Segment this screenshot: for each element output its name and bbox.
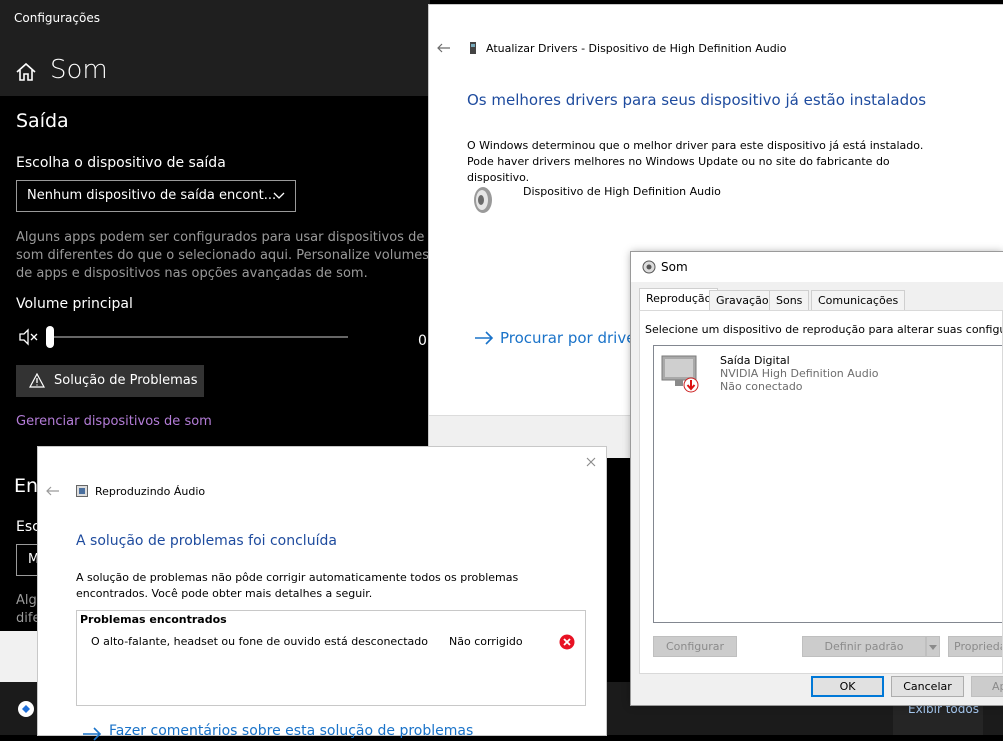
arrow-right-icon[interactable] — [82, 727, 102, 741]
device-driver: NVIDIA High Definition Audio — [720, 367, 879, 380]
back-arrow-icon[interactable] — [437, 43, 451, 53]
device-list-item[interactable]: Saída Digital NVIDIA High Definition Aud… — [654, 346, 1002, 396]
device-name: Saída Digital — [720, 354, 790, 367]
apply-button[interactable]: Ap — [971, 676, 1003, 697]
device-name: Dispositivo de High Definition Audio — [523, 185, 721, 198]
manage-devices-link[interactable]: Gerenciar dispositivos de som — [16, 414, 212, 429]
troubleshooter-window: Reproduzindo Áudio A solução de problema… — [38, 447, 606, 741]
volume-slider-track[interactable] — [48, 336, 348, 338]
sound-dialog-title: Som — [661, 260, 688, 274]
problem-status: Não corrigido — [449, 635, 523, 648]
problems-header: Problemas encontrados — [80, 613, 227, 626]
problem-text[interactable]: O alto-falante, headset ou fone de ouvid… — [91, 635, 428, 648]
chevron-down-icon — [929, 645, 937, 650]
tab-communications[interactable]: Comunicações — [811, 290, 906, 310]
cancel-button[interactable]: Cancelar — [891, 676, 964, 697]
sound-dialog: Som Reprodução Gravação Sons Comunicaçõe… — [631, 252, 1003, 705]
output-help-text: Alguns apps podem ser configurados para … — [16, 230, 430, 281]
instruction-text: Selecione um dispositivo de reprodução p… — [645, 323, 1002, 336]
device-icon — [470, 42, 476, 54]
input-help-text-2: dife — [16, 611, 41, 626]
output-device-dropdown[interactable]: Nenhum dispositivo de saída encont... — [16, 180, 296, 212]
background-panel — [0, 631, 40, 682]
home-icon[interactable] — [14, 60, 38, 84]
back-arrow-icon[interactable] — [46, 486, 60, 496]
settings-titlebar: Configurações — [0, 0, 430, 36]
sound-dialog-titlebar: Som — [631, 252, 1003, 282]
update-drivers-heading: Os melhores drivers para seus dispositiv… — [467, 91, 927, 109]
update-drivers-description: O Windows determinou que o melhor driver… — [467, 139, 924, 184]
troubleshooter-title: Reproduzindo Áudio — [95, 485, 206, 498]
properties-button[interactable]: Propriedades — [948, 636, 1002, 657]
search-driver-link[interactable]: Procurar por driver — [500, 329, 642, 347]
error-icon — [559, 634, 575, 650]
speaker-icon — [474, 187, 492, 213]
arrow-right-icon[interactable] — [474, 331, 494, 345]
speaker-muted-icon[interactable] — [18, 328, 40, 346]
output-device-label: Escolha o dispositivo de saída — [16, 155, 226, 171]
page-title: Som — [50, 55, 108, 85]
chevron-down-icon — [273, 192, 285, 199]
volume-value: 0 — [418, 333, 427, 349]
ok-button[interactable]: OK — [811, 676, 884, 697]
problems-list: Problemas encontrados O alto-falante, he… — [76, 610, 586, 706]
configure-button[interactable]: Configurar — [653, 636, 737, 657]
volume-label: Volume principal — [16, 296, 133, 312]
speaker-icon — [642, 260, 656, 274]
tab-sounds[interactable]: Sons — [769, 290, 810, 310]
playback-tab-panel: Selecione um dispositivo de reprodução p… — [639, 310, 1003, 674]
volume-slider-thumb[interactable] — [46, 326, 54, 348]
update-drivers-title: Atualizar Drivers - Dispositivo de High … — [486, 42, 787, 55]
app-logo-icon[interactable] — [16, 699, 36, 719]
output-section-heading: Saída — [16, 110, 69, 132]
set-default-dropdown[interactable] — [926, 636, 940, 657]
device-list: Saída Digital NVIDIA High Definition Aud… — [653, 345, 1002, 623]
feedback-link[interactable]: Fazer comentários sobre esta solução de … — [109, 723, 473, 739]
close-icon[interactable] — [586, 457, 596, 467]
set-default-button[interactable]: Definir padrão — [802, 636, 926, 657]
input-device-label: Esc — [16, 519, 40, 535]
warning-icon — [29, 373, 45, 388]
device-status: Não conectado — [720, 380, 803, 393]
troubleshoot-label: Solução de Problemas — [54, 373, 198, 388]
monitor-icon — [661, 355, 699, 393]
troubleshoot-button[interactable]: Solução de Problemas — [16, 365, 204, 397]
tab-recording[interactable]: Gravação — [709, 290, 776, 310]
troubleshooter-heading: A solução de problemas foi concluída — [76, 533, 337, 549]
tab-playback[interactable]: Reprodução — [639, 288, 719, 311]
input-help-text-1: Alg — [16, 593, 37, 608]
troubleshooter-description: A solução de problemas não pôde corrigir… — [76, 571, 519, 600]
troubleshooter-icon — [76, 485, 88, 497]
output-device-value: Nenhum dispositivo de saída encont... — [27, 188, 277, 203]
